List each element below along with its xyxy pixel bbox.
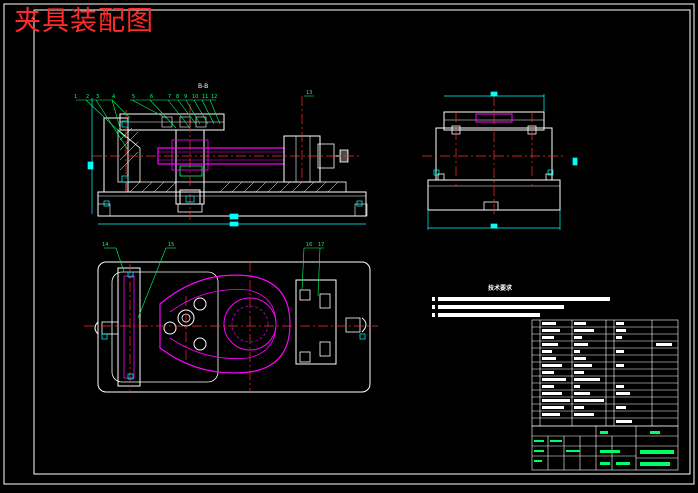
- leader-label: 15: [168, 242, 174, 248]
- side-view: [422, 91, 578, 230]
- leader-label: 10: [192, 94, 198, 100]
- leader-label: 1: [74, 94, 77, 100]
- leader-label: 4: [112, 94, 115, 100]
- leader-label: 7: [168, 94, 171, 100]
- technical-requirements: [432, 297, 610, 317]
- front-view: [76, 95, 368, 227]
- leader-label: 17: [318, 242, 324, 248]
- cad-drawing-sheet: 1 2 3 4 5 6 7 8 9 10 11 12 13 B-B 14 15 …: [0, 0, 698, 489]
- plan-view: [84, 247, 378, 393]
- leader-label: 9: [184, 94, 187, 100]
- drawing-title: 夹具装配图: [14, 6, 154, 37]
- leader-label: 16: [306, 242, 312, 248]
- leader-label: 6: [150, 94, 153, 100]
- section-label: B-B: [198, 83, 208, 90]
- bom-cell-text: [542, 322, 672, 423]
- inner-frame: [33, 9, 691, 475]
- leader-label: 3: [96, 94, 99, 100]
- assembly-drawing: 1 2 3 4 5 6 7 8 9 10 11 12 13 B-B 14 15 …: [3, 3, 695, 485]
- leader-label: 5: [132, 94, 135, 100]
- leader-label: 13: [306, 90, 312, 96]
- leader-label: 12: [211, 94, 217, 100]
- leader-label: 2: [86, 94, 89, 100]
- leader-label: 14: [102, 242, 108, 248]
- tech-requirements-title: 技术要求: [488, 285, 513, 292]
- leader-label: 11: [202, 94, 208, 100]
- leader-label: 8: [176, 94, 179, 100]
